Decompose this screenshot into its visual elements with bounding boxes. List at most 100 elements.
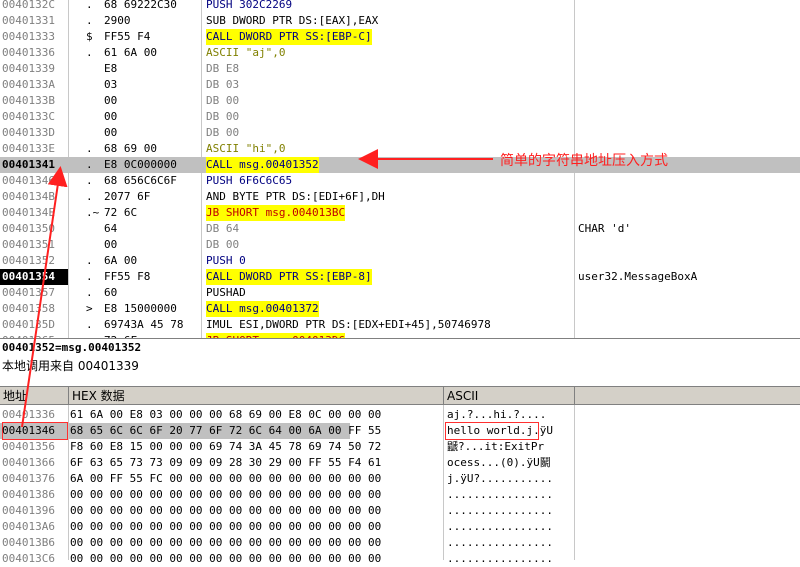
dump-row[interactable]: 00401346 68 65 6C 6C 6F 20 77 6F 72 6C 64…: [0, 423, 800, 439]
disasm-row[interactable]: 00401331. 2900 SUB DWORD PTR DS:[EAX],EAX: [0, 13, 800, 29]
dump-row[interactable]: 00401356 F8 60 E8 15 00 00 00 69 74 3A 45…: [0, 439, 800, 455]
dump-row[interactable]: 00401396 00 00 00 00 00 00 00 00 00 00 00…: [0, 503, 800, 519]
row-instruction: JB SHORT msg.004013BC: [206, 205, 346, 221]
disasm-row[interactable]: 0040133C 00 DB 00: [0, 109, 800, 125]
disasm-row[interactable]: 00401339 E8 DB E8: [0, 61, 800, 77]
row-hex-bytes: 72 6C: [104, 206, 138, 219]
row-marker: .: [86, 46, 93, 59]
row-marker: .: [86, 0, 93, 11]
row-marker: .: [86, 14, 93, 27]
disasm-row[interactable]: 00401357. 60 PUSHAD: [0, 285, 800, 301]
row-instruction: CALL DWORD PTR SS:[EBP-8]: [206, 269, 372, 285]
row-address: 0040132C: [2, 0, 55, 11]
disasm-row[interactable]: 00401333 $ FF55 F4 CALL DWORD PTR SS:[EBP-C…: [0, 29, 800, 45]
dump-address: 004013C6: [2, 552, 55, 565]
row-instruction: DB 00: [206, 238, 240, 251]
row-instruction: ASCII "aj",0: [206, 46, 286, 59]
column-header-address[interactable]: 地址: [0, 387, 69, 405]
dump-row[interactable]: 004013A6 00 00 00 00 00 00 00 00 00 00 00…: [0, 519, 800, 535]
disasm-row[interactable]: 00401351 00 DB 00: [0, 237, 800, 253]
row-hex-bytes: 68 69222C30: [104, 0, 177, 11]
row-address: 00401352: [2, 254, 55, 267]
disasm-row[interactable]: 00401350 64 DB 64 CHAR 'd': [0, 221, 800, 237]
disasm-row[interactable]: 0040133A 03 DB 03: [0, 77, 800, 93]
dump-row[interactable]: 004013C6 00 00 00 00 00 00 00 00 00 00 00…: [0, 551, 800, 567]
dump-ascii: aj.?...hi.?....: [447, 408, 547, 421]
row-address: 0040134E: [2, 206, 55, 219]
row-hex-bytes: 60: [104, 286, 118, 299]
row-instruction: PUSH 0: [206, 254, 246, 267]
dump-ascii: hello world.j.ÿU: [447, 424, 553, 437]
row-marker: $: [86, 30, 93, 43]
disassembly-pane[interactable]: 0040132C. 68 69222C30 PUSH 302C2269 0040133…: [0, 0, 800, 338]
disasm-row[interactable]: 00401354. FF55 F8 CALL DWORD PTR SS:[EBP-8…: [0, 269, 800, 285]
row-address: 00401350: [2, 222, 55, 235]
row-instruction: DB E8: [206, 62, 240, 75]
disasm-row[interactable]: 0040133E. 68 69 00 ASCII "hi",0: [0, 141, 800, 157]
disasm-row[interactable]: 0040134B. 2077 6F AND BYTE PTR DS:[EDI+6F]…: [0, 189, 800, 205]
dump-row[interactable]: 00401376 6A 00 FF 55 FC 00 00 00 00 00 00…: [0, 471, 800, 487]
disasm-row[interactable]: 00401346. 68 656C6C6F PUSH 6F6C6C65: [0, 173, 800, 189]
row-address: 0040133A: [2, 78, 55, 91]
row-address: 00401333: [2, 30, 55, 43]
disasm-row[interactable]: 0040133B 00 DB 00: [0, 93, 800, 109]
row-instruction: DB 00: [206, 110, 240, 123]
dump-ascii: ................: [447, 488, 553, 501]
row-instruction: SUB DWORD PTR DS:[EAX],EAX: [206, 14, 379, 27]
dump-row[interactable]: 00401366 6F 63 65 73 73 09 09 09 28 30 29…: [0, 455, 800, 471]
row-instruction: PUSHAD: [206, 286, 246, 299]
row-hex-bytes: 2900: [104, 14, 131, 27]
dump-address: 00401376: [2, 472, 55, 485]
row-hex-bytes: 68 656C6C6F: [104, 174, 177, 187]
dump-ascii: ................: [447, 552, 553, 565]
row-instruction: DB 00: [206, 94, 240, 107]
dump-address: 00401336: [2, 408, 55, 421]
dump-hex: 00 00 00 00 00 00 00 00 00 00 00 00 00 0…: [70, 504, 382, 517]
row-address: 0040133C: [2, 110, 55, 123]
row-address: 00401339: [2, 62, 55, 75]
column-header-blank: [575, 387, 800, 405]
disasm-row[interactable]: 00401341. E8 0C000000 CALL msg.00401352: [0, 157, 800, 173]
hex-dump-pane[interactable]: 地址 HEX 数据 ASCII 00401336 61 6A 00 E8 03 0…: [0, 386, 800, 565]
row-hex-bytes: E8: [104, 62, 118, 75]
row-hex-bytes: 68 69 00: [104, 142, 157, 155]
column-header-hex[interactable]: HEX 数据: [69, 387, 444, 405]
dump-address: 00401386: [2, 488, 55, 501]
info-line-caller: 本地调用来自 00401339: [2, 359, 139, 373]
dump-hex: 00 00 00 00 00 00 00 00 00 00 00 00 00 0…: [70, 520, 382, 533]
disasm-row[interactable]: 0040134E .~ 72 6C JB SHORT msg.004013BC: [0, 205, 800, 221]
row-hex-bytes: 6A 00: [104, 254, 138, 267]
disasm-row[interactable]: 00401358 > E8 15000000 CALL msg.00401372: [0, 301, 800, 317]
row-marker: .: [86, 270, 93, 283]
disasm-row[interactable]: 0040132C. 68 69222C30 PUSH 302C2269: [0, 0, 800, 13]
column-header-ascii[interactable]: ASCII: [444, 387, 575, 405]
annotation-label: 简单的字符串地址压入方式: [500, 153, 668, 169]
dump-hex: 00 00 00 00 00 00 00 00 00 00 00 00 00 0…: [70, 552, 382, 565]
disasm-row[interactable]: 0040133D 00 DB 00: [0, 125, 800, 141]
row-instruction: CALL msg.00401372: [206, 301, 319, 317]
disasm-row[interactable]: 0040135D. 69743A 45 78 IMUL ESI,DWORD PTR …: [0, 317, 800, 333]
dump-row[interactable]: 004013B6 00 00 00 00 00 00 00 00 00 00 00…: [0, 535, 800, 551]
dump-address: 00401356: [2, 440, 55, 453]
dump-hex: 61 6A 00 E8 03 00 00 00 68 69 00 E8 0C 0…: [70, 408, 382, 421]
row-hex-bytes: 03: [104, 78, 118, 91]
dump-row[interactable]: 00401336 61 6A 00 E8 03 00 00 00 68 69 00…: [0, 407, 800, 423]
row-instruction: CALL DWORD PTR SS:[EBP-C]: [206, 29, 372, 45]
disasm-row[interactable]: 00401336. 61 6A 00 ASCII "aj",0: [0, 45, 800, 61]
dump-ascii: 鼶?...it:ExitPr: [447, 440, 545, 453]
dump-hex: 68 65 6C 6C 6F 20 77 6F 72 6C 64 00 6A 0…: [70, 424, 382, 437]
dump-hex: 00 00 00 00 00 00 00 00 00 00 00 00 00 0…: [70, 488, 382, 501]
row-marker: >: [86, 302, 93, 315]
row-instruction: AND BYTE PTR DS:[EDI+6F],DH: [206, 190, 385, 203]
row-hex-bytes: 00: [104, 94, 118, 107]
row-address: 00401357: [2, 286, 55, 299]
dump-row[interactable]: 00401386 00 00 00 00 00 00 00 00 00 00 00…: [0, 487, 800, 503]
dump-ascii: ................: [447, 504, 553, 517]
dump-hex: 6A 00 FF 55 FC 00 00 00 00 00 00 00 00 0…: [70, 472, 382, 485]
disasm-row[interactable]: 00401352. 6A 00 PUSH 0: [0, 253, 800, 269]
info-line-address: 00401352=msg.00401352: [2, 341, 142, 354]
dump-hex: 00 00 00 00 00 00 00 00 00 00 00 00 00 0…: [70, 536, 382, 549]
row-hex-bytes: 00: [104, 126, 118, 139]
row-hex-bytes: 61 6A 00: [104, 46, 157, 59]
row-instruction: CALL msg.00401352: [206, 157, 319, 173]
